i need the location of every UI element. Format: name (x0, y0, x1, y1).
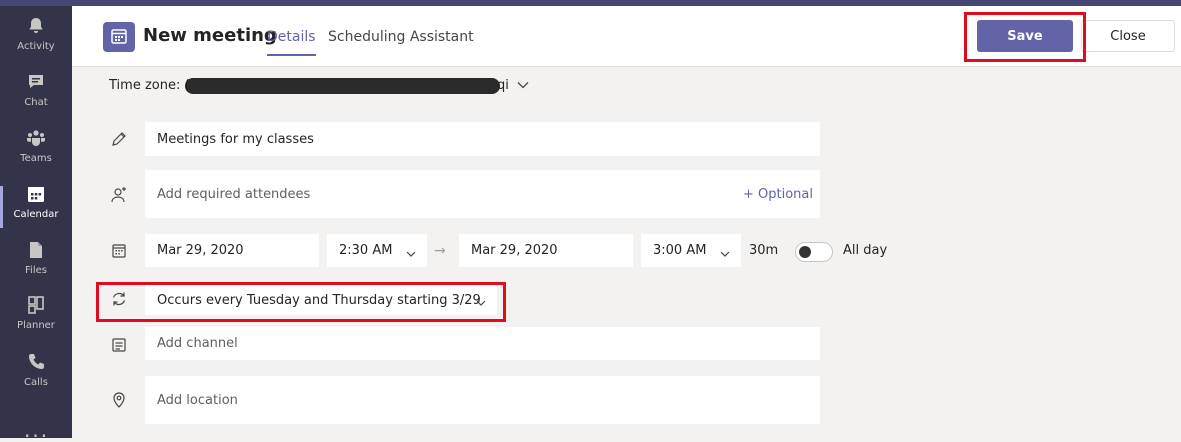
rail-item-chat[interactable]: Chat (0, 68, 72, 122)
timezone-redaction (185, 78, 500, 94)
calendar-icon (26, 184, 46, 204)
location-pin-icon (110, 391, 128, 409)
all-day-label: All day (843, 243, 888, 258)
bell-icon (26, 16, 46, 36)
chat-icon (26, 72, 46, 92)
file-icon (26, 240, 46, 260)
rail-item-calls[interactable]: Calls (0, 348, 72, 402)
timezone-label: Time zone: ( (109, 78, 190, 93)
tab-scheduling-assistant[interactable]: Scheduling Assistant (328, 29, 474, 45)
location-placeholder: Add location (157, 392, 238, 408)
meeting-title-value: Meetings for my classes (157, 131, 314, 147)
rail-item-label: Calls (24, 377, 48, 388)
rail-item-label: Planner (17, 320, 55, 331)
close-button[interactable]: Close (1081, 20, 1175, 52)
rail-item-calendar[interactable]: Calendar (0, 180, 72, 234)
chevron-down-icon[interactable] (515, 77, 531, 93)
timezone-suffix: qi (497, 78, 509, 93)
attendees-input[interactable]: Add required attendees (145, 170, 820, 218)
recurrence-highlight-box (96, 282, 506, 322)
calendar-badge-icon (103, 22, 135, 52)
save-highlight-box (964, 12, 1086, 62)
chevron-down-icon (719, 245, 731, 257)
pencil-icon (110, 130, 128, 148)
tab-details[interactable]: Details (267, 29, 316, 56)
chevron-down-icon (405, 245, 417, 257)
all-day-toggle[interactable] (795, 242, 833, 262)
location-input[interactable]: Add location (145, 376, 820, 424)
calendar-icon (110, 242, 128, 260)
duration-label: 30m (749, 243, 779, 258)
more-apps-icon[interactable]: ... (24, 418, 49, 442)
rail-item-planner[interactable]: Planner (0, 291, 72, 345)
meeting-header: New meeting Details Scheduling Assistant… (72, 6, 1181, 67)
start-date-input[interactable]: Mar 29, 2020 (145, 234, 319, 267)
end-date-value: Mar 29, 2020 (471, 243, 558, 258)
start-date-value: Mar 29, 2020 (157, 243, 244, 258)
end-date-input[interactable]: Mar 29, 2020 (459, 234, 633, 267)
channel-input[interactable]: Add channel (145, 327, 820, 360)
toggle-knob (799, 246, 811, 258)
arrow-right-icon: → (434, 243, 446, 259)
optional-attendees-link[interactable]: + Optional (743, 187, 813, 202)
app-rail: Activity Chat Teams Calendar Files Plann… (0, 6, 72, 442)
rail-item-label: Activity (17, 41, 55, 52)
channel-placeholder: Add channel (157, 336, 238, 351)
meeting-title-input[interactable]: Meetings for my classes (145, 122, 820, 156)
rail-item-teams[interactable]: Teams (0, 124, 72, 178)
planner-icon (26, 295, 46, 315)
start-time-value: 2:30 AM (339, 243, 393, 258)
rail-item-label: Files (25, 265, 47, 276)
add-person-icon (110, 186, 128, 204)
teams-icon (26, 128, 46, 148)
rail-item-label: Chat (24, 97, 48, 108)
end-time-value: 3:00 AM (653, 243, 707, 258)
page-title: New meeting (143, 25, 277, 46)
rail-item-label: Calendar (13, 209, 59, 220)
rail-item-files[interactable]: Files (0, 236, 72, 290)
phone-icon (26, 352, 46, 372)
rail-item-activity[interactable]: Activity (0, 12, 72, 66)
channel-icon (110, 336, 128, 354)
attendees-placeholder: Add required attendees (157, 186, 311, 202)
rail-item-label: Teams (20, 153, 52, 164)
